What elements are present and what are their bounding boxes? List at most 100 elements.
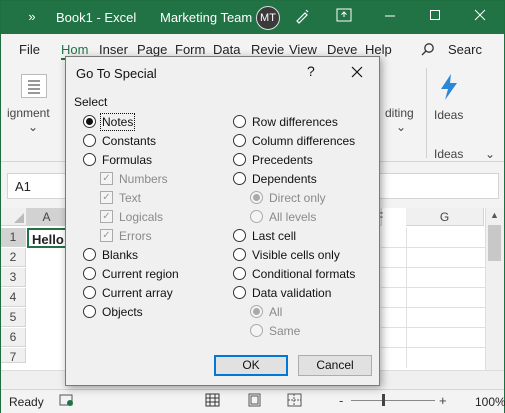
option-direct-only[interactable]: Direct only <box>250 189 326 206</box>
ribbon-display-icon[interactable] <box>335 8 353 26</box>
tab-formulas[interactable]: Form <box>175 42 205 57</box>
radio-formulas[interactable] <box>83 153 96 166</box>
zoom-slider-thumb[interactable] <box>382 394 385 406</box>
row-header-1[interactable]: 1 <box>1 228 26 247</box>
scrollbar-thumb[interactable] <box>488 225 501 261</box>
option-all-levels[interactable]: All levels <box>250 208 316 225</box>
option-dependents[interactable]: Dependents <box>233 170 317 187</box>
row-header-5[interactable]: 5 <box>1 308 26 327</box>
help-button[interactable]: ? <box>307 63 315 79</box>
radio-precedents[interactable] <box>233 153 246 166</box>
option-validation-same[interactable]: Same <box>250 322 300 339</box>
close-window-icon[interactable] <box>471 8 489 26</box>
row-header-3[interactable]: 3 <box>1 268 26 287</box>
collapse-ribbon-icon[interactable]: ⌄ <box>485 147 495 161</box>
tab-data[interactable]: Data <box>213 42 240 57</box>
zoom-in-button[interactable]: + <box>439 393 447 408</box>
option-current-array[interactable]: Current array <box>83 284 173 301</box>
tab-view[interactable]: View <box>289 42 317 57</box>
scroll-up-icon[interactable]: ▲ <box>490 210 499 220</box>
page-break-view-icon[interactable] <box>287 393 303 407</box>
option-constants[interactable]: Constants <box>83 132 156 149</box>
ideas-button[interactable]: Ideas <box>434 108 463 122</box>
checkbox-text[interactable]: ✓ <box>100 191 113 204</box>
radio-current-array[interactable] <box>83 286 96 299</box>
option-objects[interactable]: Objects <box>83 303 143 320</box>
tab-developer[interactable]: Deve <box>327 42 357 57</box>
select-all-corner[interactable] <box>1 208 27 226</box>
radio-validation-same[interactable] <box>250 324 263 337</box>
radio-blanks[interactable] <box>83 248 96 261</box>
radio-validation-all[interactable] <box>250 305 263 318</box>
zoom-slider[interactable] <box>351 400 435 401</box>
radio-conditional-formats[interactable] <box>233 267 246 280</box>
column-header-g[interactable]: G <box>406 208 484 226</box>
option-visible-cells-only[interactable]: Visible cells only <box>233 246 340 263</box>
tab-page-layout[interactable]: Page <box>137 42 167 57</box>
accessibility-icon[interactable] <box>59 393 75 407</box>
pen-icon[interactable] <box>293 8 311 26</box>
tab-file[interactable]: File <box>19 42 40 57</box>
grid-line <box>381 347 485 348</box>
option-current-region[interactable]: Current region <box>83 265 179 282</box>
ok-button[interactable]: OK <box>214 355 288 376</box>
check-logicals[interactable]: ✓ Logicals <box>100 208 163 225</box>
radio-visible-cells-only[interactable] <box>233 248 246 261</box>
chevron-down-icon-2[interactable]: ⌄ <box>396 120 406 134</box>
option-notes[interactable]: Notes <box>83 112 136 131</box>
radio-current-region[interactable] <box>83 267 96 280</box>
normal-view-icon[interactable] <box>205 393 221 407</box>
close-icon[interactable] <box>350 61 364 84</box>
expand-icon[interactable]: » <box>23 8 41 26</box>
name-box[interactable]: A1 <box>15 179 31 194</box>
minimize-icon[interactable] <box>381 8 399 26</box>
search-label[interactable]: Searc <box>448 42 482 57</box>
row-header-2[interactable]: 2 <box>1 248 26 267</box>
avatar[interactable]: MT <box>256 6 280 30</box>
radio-direct-only[interactable] <box>250 191 263 204</box>
option-blanks[interactable]: Blanks <box>83 246 138 263</box>
radio-row-differences[interactable] <box>233 115 246 128</box>
cell-a1[interactable]: Hello <box>27 228 67 248</box>
column-header-a[interactable]: A <box>27 208 67 226</box>
option-row-differences[interactable]: Row differences <box>233 113 338 130</box>
checkbox-logicals[interactable]: ✓ <box>100 210 113 223</box>
option-formulas[interactable]: Formulas <box>83 151 152 168</box>
option-conditional-formats[interactable]: Conditional formats <box>233 265 355 282</box>
radio-objects[interactable] <box>83 305 96 318</box>
radio-data-validation[interactable] <box>233 286 246 299</box>
zoom-out-button[interactable]: - <box>339 393 343 408</box>
editing-group-label[interactable]: diting <box>385 106 414 120</box>
search-icon[interactable] <box>421 42 435 59</box>
tab-insert[interactable]: Inser <box>99 42 128 57</box>
radio-all-levels[interactable] <box>250 210 263 223</box>
radio-column-differences[interactable] <box>233 134 246 147</box>
tab-help[interactable]: Help <box>365 42 392 57</box>
option-last-cell[interactable]: Last cell <box>233 227 296 244</box>
align-icon[interactable] <box>21 74 47 98</box>
lightning-icon[interactable] <box>438 73 460 108</box>
cancel-button[interactable]: Cancel <box>298 355 372 376</box>
row-header-6[interactable]: 6 <box>1 328 26 347</box>
check-errors[interactable]: ✓ Errors <box>100 227 152 244</box>
zoom-level[interactable]: 100% <box>475 395 505 409</box>
option-column-differences[interactable]: Column differences <box>233 132 355 149</box>
checkbox-numbers[interactable]: ✓ <box>100 172 113 185</box>
radio-dependents[interactable] <box>233 172 246 185</box>
check-text[interactable]: ✓ Text <box>100 189 141 206</box>
row-header-4[interactable]: 4 <box>1 288 26 307</box>
checkbox-errors[interactable]: ✓ <box>100 229 113 242</box>
check-numbers[interactable]: ✓ Numbers <box>100 170 168 187</box>
row-header-7[interactable]: 7 <box>1 348 26 364</box>
maximize-icon[interactable] <box>426 8 444 26</box>
radio-notes[interactable] <box>83 115 96 128</box>
chevron-down-icon[interactable]: ⌄ <box>28 120 38 134</box>
option-precedents[interactable]: Precedents <box>233 151 313 168</box>
grid-line <box>381 327 485 328</box>
option-data-validation[interactable]: Data validation <box>233 284 331 301</box>
tab-review[interactable]: Revie <box>251 42 284 57</box>
radio-last-cell[interactable] <box>233 229 246 242</box>
radio-constants[interactable] <box>83 134 96 147</box>
page-layout-view-icon[interactable] <box>247 393 263 407</box>
option-validation-all[interactable]: All <box>250 303 282 320</box>
